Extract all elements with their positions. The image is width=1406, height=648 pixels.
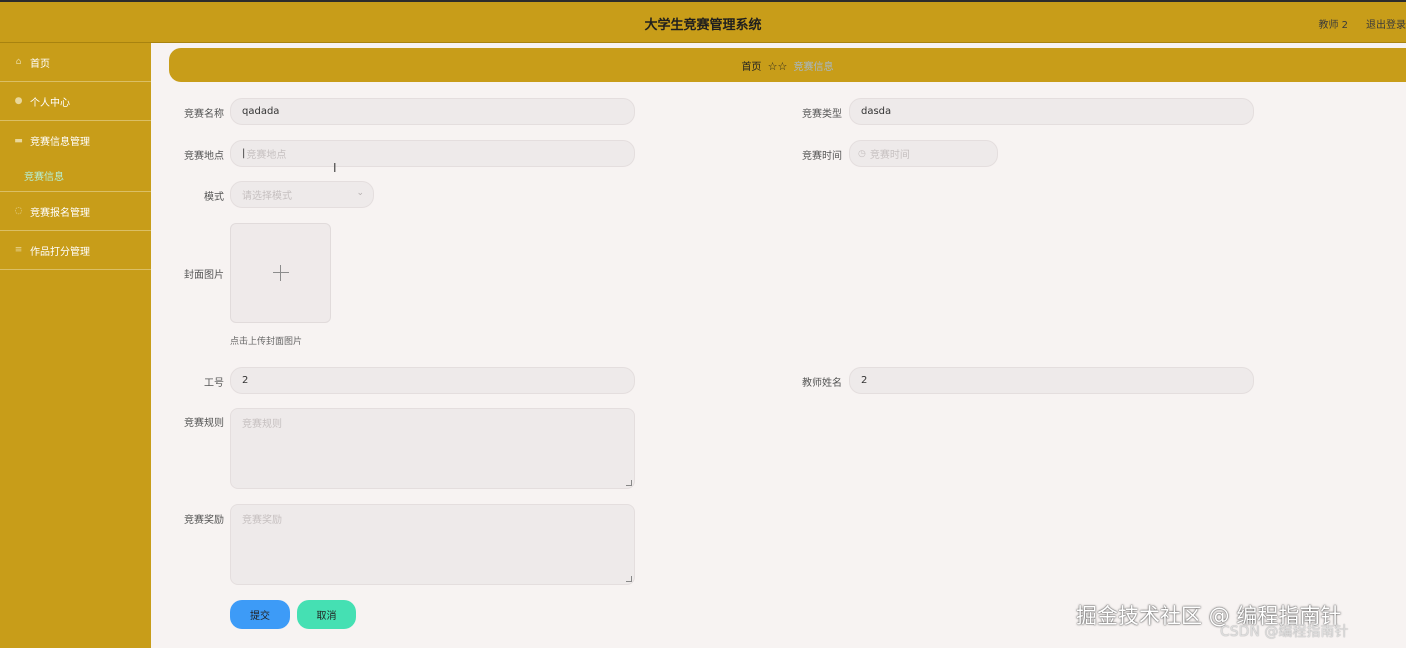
employee-id-label: 工号 <box>204 378 224 389</box>
sidebar-item-label: 竞赛报名管理 <box>30 207 90 219</box>
mode-label: 模式 <box>204 192 224 203</box>
reward-label: 竞赛奖励 <box>184 515 224 526</box>
location-label: 竞赛地点 <box>184 151 224 162</box>
mode-select[interactable]: 请选择模式 ⌄ <box>230 181 374 208</box>
score-icon: ≡ <box>14 245 23 255</box>
cover-upload[interactable] <box>230 223 331 323</box>
cancel-button[interactable]: 取消 <box>297 600 356 629</box>
home-icon: ⌂ <box>15 57 22 67</box>
sidebar-item-profile[interactable]: ● 个人中心 <box>0 82 151 121</box>
competition-name-input[interactable]: qadada <box>230 98 635 125</box>
employee-id-input[interactable]: 2 <box>230 367 635 394</box>
time-label: 竞赛时间 <box>802 151 842 162</box>
submit-button[interactable]: 提交 <box>230 600 290 629</box>
teacher-name-input[interactable]: 2 <box>849 367 1254 394</box>
rules-label: 竞赛规则 <box>184 418 224 429</box>
sidebar-item-registration-management[interactable]: ◌ 竞赛报名管理 <box>0 192 151 231</box>
mode-placeholder: 请选择模式 <box>242 191 292 202</box>
breadcrumb: 首页 ☆☆ 竞赛信息 <box>169 48 1406 82</box>
breadcrumb-current: 竞赛信息 <box>793 62 834 73</box>
type-label: 竞赛类型 <box>802 109 842 120</box>
sidebar-item-competition-management[interactable]: ▬ 竞赛信息管理 <box>0 121 151 160</box>
resize-handle-icon[interactable] <box>626 576 632 582</box>
upload-tip: 点击上传封面图片 <box>230 337 303 347</box>
clipboard-icon: ◌ <box>14 206 23 216</box>
time-picker[interactable]: ◷ 竞赛时间 <box>849 140 998 167</box>
location-input[interactable]: | 竞赛地点 <box>230 140 635 167</box>
reward-textarea[interactable]: 竞赛奖励 <box>230 504 635 585</box>
sidebar-item-score-management[interactable]: ≡ 作品打分管理 <box>0 231 151 270</box>
user-icon: ● <box>14 96 23 106</box>
clock-icon: ◷ <box>858 148 866 159</box>
sidebar-item-label: 作品打分管理 <box>30 246 90 258</box>
teacher-name-label: 教师姓名 <box>802 378 842 389</box>
location-placeholder: 竞赛地点 <box>246 150 287 161</box>
sidebar-item-label: 个人中心 <box>30 97 70 109</box>
breadcrumb-home[interactable]: 首页 <box>741 62 761 73</box>
app-title: 大学生竞赛管理系统 <box>644 18 762 33</box>
rules-textarea[interactable]: 竞赛规则 <box>230 408 635 489</box>
csdn-watermark: CSDN @编程指南针 <box>1220 624 1349 640</box>
time-placeholder: 竞赛时间 <box>869 150 910 161</box>
sidebar-item-label: 首页 <box>30 58 50 70</box>
competition-type-input[interactable]: dasda <box>849 98 1254 125</box>
chevron-down-icon: ⌄ <box>356 188 364 198</box>
cover-label: 封面图片 <box>184 270 224 281</box>
reward-placeholder: 竞赛奖励 <box>242 515 282 526</box>
sidebar: ⌂ 首页 ● 个人中心 ▬ 竞赛信息管理 竞赛信息 ◌ 竞赛报名管理 ≡ 作品打… <box>0 43 151 648</box>
name-label: 竞赛名称 <box>184 109 224 120</box>
resize-handle-icon[interactable] <box>626 480 632 486</box>
text-cursor-icon: I <box>333 161 337 175</box>
star-icon: ☆☆ <box>767 60 788 73</box>
top-header: 大学生竞赛管理系统 教师 2 退出登录 <box>0 0 1406 43</box>
current-user: 教师 2 <box>1318 20 1348 31</box>
rules-placeholder: 竞赛规则 <box>242 419 282 430</box>
sidebar-item-label: 竞赛信息管理 <box>30 137 90 148</box>
sidebar-item-home[interactable]: ⌂ 首页 <box>0 43 151 82</box>
sidebar-subitem-competition-info[interactable]: 竞赛信息 <box>0 160 151 192</box>
list-icon: ▬ <box>14 135 23 146</box>
plus-icon <box>272 265 289 281</box>
logout-link[interactable]: 退出登录 <box>1366 16 1406 31</box>
